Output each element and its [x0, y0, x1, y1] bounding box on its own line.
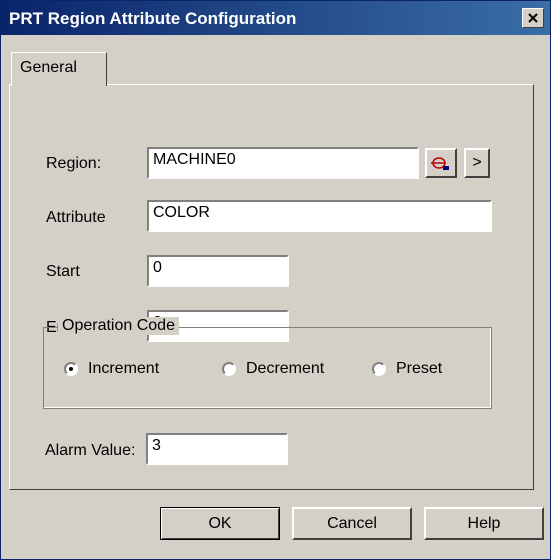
radio-decrement-circle[interactable]	[222, 362, 236, 376]
window-title: PRT Region Attribute Configuration	[9, 9, 297, 28]
operation-code-group: Operation Code Increment Decrement Prese…	[43, 317, 492, 409]
close-button[interactable]	[522, 8, 544, 28]
radio-selected-dot	[69, 367, 73, 371]
browse-button[interactable]: >	[464, 148, 490, 178]
start-label: Start	[46, 263, 80, 280]
region-input[interactable]: MACHINE0	[147, 147, 419, 179]
region-select-icon	[431, 157, 449, 170]
tab-panel-general: Region: MACHINE0 > Attribute COLOR Start…	[9, 84, 534, 490]
alarm-value-input[interactable]: 3	[146, 433, 288, 465]
attribute-input[interactable]: COLOR	[147, 200, 492, 232]
radio-increment-label: Increment	[88, 360, 160, 377]
dialog-window: PRT Region Attribute Configuration Gener…	[0, 0, 551, 560]
region-select-button[interactable]	[425, 148, 457, 178]
radio-preset-circle[interactable]	[372, 362, 386, 376]
start-input[interactable]: 0	[147, 255, 289, 287]
help-button[interactable]: Help	[424, 507, 544, 540]
close-icon	[528, 13, 538, 23]
title-bar[interactable]: PRT Region Attribute Configuration	[1, 1, 550, 35]
dialog-client-area: General Region: MACHINE0 > Attribute COL…	[1, 35, 550, 559]
cancel-button[interactable]: Cancel	[292, 507, 412, 540]
radio-decrement-label: Decrement	[246, 360, 325, 377]
radio-increment-circle[interactable]	[64, 362, 78, 376]
radio-preset-label: Preset	[396, 360, 443, 377]
region-label: Region:	[46, 155, 102, 172]
attribute-label: Attribute	[46, 209, 106, 226]
tab-general-label: General	[20, 59, 77, 76]
operation-code-title: Operation Code	[58, 317, 179, 335]
ok-button[interactable]: OK	[160, 507, 280, 540]
alarm-value-label: Alarm Value:	[45, 442, 136, 459]
tab-general[interactable]: General	[11, 52, 107, 86]
